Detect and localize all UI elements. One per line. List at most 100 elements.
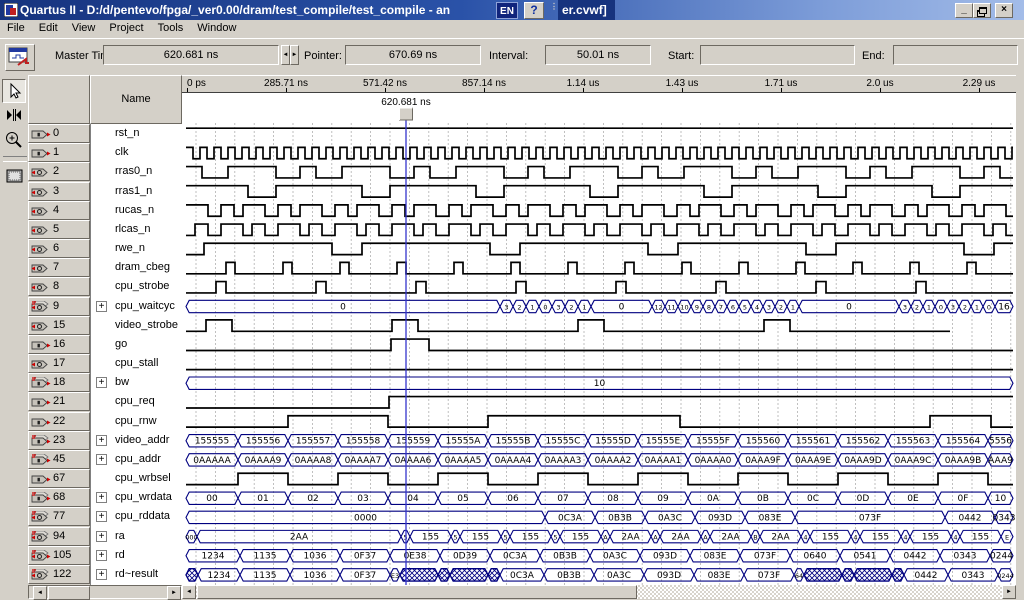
wave-bit-rras0_n[interactable] <box>186 167 1013 178</box>
expand-icon[interactable]: + <box>96 531 107 542</box>
signal-number-button[interactable]: 17 <box>28 354 90 373</box>
wave-bit-clk[interactable] <box>186 147 1013 158</box>
signal-number-button[interactable]: 7 <box>28 258 90 277</box>
wave-bus-segment[interactable] <box>842 569 854 581</box>
expand-icon[interactable]: + <box>96 511 107 522</box>
wave-bus-segment[interactable] <box>892 569 904 581</box>
end-field[interactable] <box>893 45 1018 65</box>
signal-name-cell[interactable]: +rd <box>91 546 182 565</box>
wave-bit-cpu_wrbsel[interactable] <box>186 473 1013 484</box>
signal-number-button[interactable]: 68 <box>28 488 90 507</box>
wave-bit-dram_cbeg[interactable] <box>186 262 1013 273</box>
toolbar-grip-icon[interactable]: ⋮ <box>550 4 555 17</box>
signal-name-cell[interactable]: rras1_n <box>91 182 182 201</box>
signal-name-cell[interactable]: rwe_n <box>91 239 182 258</box>
signal-number-button[interactable]: 22 <box>28 412 90 431</box>
signal-number-button[interactable]: 122 <box>28 565 90 584</box>
wave-bus-segment[interactable] <box>854 569 892 581</box>
wave-bit-video_strobe[interactable] <box>186 320 950 331</box>
time-bar-tool-icon[interactable] <box>2 104 26 128</box>
expand-icon[interactable]: + <box>96 301 107 312</box>
signal-number-button[interactable]: 21 <box>28 392 90 411</box>
name-panel-hscrollbar[interactable]: ◄ ► <box>28 585 182 599</box>
time-cursor-handle[interactable] <box>400 108 413 120</box>
scroll-thumb[interactable] <box>48 586 90 600</box>
cursor-arrow-icon[interactable] <box>2 79 26 103</box>
signal-number-button[interactable]: 45 <box>28 450 90 469</box>
wave-bus-segment[interactable] <box>438 569 450 581</box>
signal-name-cell[interactable]: dram_cbeg <box>91 258 182 277</box>
signal-number-button[interactable]: 94 <box>28 527 90 546</box>
expand-icon[interactable]: + <box>96 492 107 503</box>
expand-icon[interactable]: + <box>96 550 107 561</box>
wave-bit-rwe_n[interactable] <box>186 243 1013 254</box>
wave-bus-segment[interactable] <box>804 569 842 581</box>
signal-name-cell[interactable]: cpu_req <box>91 392 182 411</box>
signal-name-cell[interactable]: rst_n <box>91 124 182 143</box>
expand-icon[interactable]: + <box>96 454 107 465</box>
wave-bit-cpu_strobe[interactable] <box>186 282 1013 293</box>
menu-item-tools[interactable]: Tools <box>151 20 191 38</box>
wave-bit-go[interactable] <box>186 339 1013 350</box>
help-icon[interactable]: ? <box>524 2 544 19</box>
signal-number-button[interactable]: 23 <box>28 431 90 450</box>
wave-bit-rlcas_n[interactable] <box>186 224 1013 235</box>
menu-item-file[interactable]: File <box>0 20 32 38</box>
signal-number-button[interactable]: 6 <box>28 239 90 258</box>
signal-name-cell[interactable]: +cpu_wrdata <box>91 488 182 507</box>
signal-number-button[interactable]: 5 <box>28 220 90 239</box>
signal-name-cell[interactable]: video_strobe <box>91 316 182 335</box>
signal-number-button[interactable]: 18 <box>28 373 90 392</box>
wave-bit-rucas_n[interactable] <box>186 205 1013 216</box>
signal-number-button[interactable]: 16 <box>28 335 90 354</box>
signal-name-cell[interactable]: cpu_wrbsel <box>91 469 182 488</box>
waveform-plot[interactable]: 0321032101211109876543210321032101610155… <box>182 93 1016 585</box>
fullscreen-tool-icon[interactable] <box>2 165 26 189</box>
close-button[interactable]: × <box>995 3 1013 18</box>
scroll-left-icon[interactable]: ◄ <box>33 586 47 600</box>
scroll-right-icon[interactable]: ► <box>1002 585 1016 599</box>
signal-name-cell[interactable]: +cpu_addr <box>91 450 182 469</box>
signal-number-button[interactable]: 8 <box>28 277 90 296</box>
start-field[interactable] <box>700 45 855 65</box>
signal-name-cell[interactable]: +cpu_waitcyc <box>91 297 182 316</box>
waveform-hscrollbar[interactable]: ◄ ► <box>182 585 1016 599</box>
waveform-editor-icon[interactable] <box>5 44 35 71</box>
wave-bit-rras1_n[interactable] <box>186 186 1013 197</box>
scroll-right-icon[interactable]: ► <box>167 586 181 600</box>
signal-name-cell[interactable]: rras0_n <box>91 162 182 181</box>
signal-number-button[interactable]: 1 <box>28 143 90 162</box>
signal-number-button[interactable]: 9 <box>28 297 90 316</box>
time-spin-left-button[interactable]: ◄ <box>281 45 290 65</box>
signal-name-cell[interactable]: rlcas_n <box>91 220 182 239</box>
signal-number-button[interactable]: 15 <box>28 316 90 335</box>
expand-icon[interactable]: + <box>96 435 107 446</box>
signal-name-cell[interactable]: cpu_stall <box>91 354 182 373</box>
language-indicator-badge[interactable]: EN <box>496 2 518 19</box>
master-time-bar-field[interactable]: 620.681 ns <box>103 45 279 65</box>
signal-number-button[interactable]: 3 <box>28 182 90 201</box>
time-spin-right-button[interactable]: ► <box>290 45 299 65</box>
wave-bus-segment[interactable] <box>186 569 198 581</box>
wave-bit-cpu_rnw[interactable] <box>186 416 1013 427</box>
zoom-in-tool-icon[interactable] <box>2 129 26 153</box>
signal-number-button[interactable]: 4 <box>28 201 90 220</box>
expand-icon[interactable]: + <box>96 377 107 388</box>
signal-name-cell[interactable]: rucas_n <box>91 201 182 220</box>
signal-number-button[interactable]: 0 <box>28 124 90 143</box>
wave-bus-segment[interactable] <box>450 569 488 581</box>
signal-name-cell[interactable]: +bw <box>91 373 182 392</box>
restore-button[interactable] <box>973 3 991 18</box>
signal-name-cell[interactable]: cpu_strobe <box>91 277 182 296</box>
signal-number-button[interactable]: 77 <box>28 507 90 526</box>
signal-name-cell[interactable]: +cpu_rddata <box>91 507 182 526</box>
signal-name-cell[interactable]: go <box>91 335 182 354</box>
time-ruler[interactable]: 0 ps285.71 ns571.42 ns857.14 ns1.14 us1.… <box>182 75 1016 93</box>
signal-name-cell[interactable]: clk <box>91 143 182 162</box>
menu-item-window[interactable]: Window <box>190 20 243 38</box>
minimize-button[interactable]: _ <box>955 3 973 18</box>
menu-item-view[interactable]: View <box>65 20 103 38</box>
signal-number-button[interactable]: 105 <box>28 546 90 565</box>
signal-number-button[interactable]: 67 <box>28 469 90 488</box>
signal-name-cell[interactable]: +rd~result <box>91 565 182 584</box>
